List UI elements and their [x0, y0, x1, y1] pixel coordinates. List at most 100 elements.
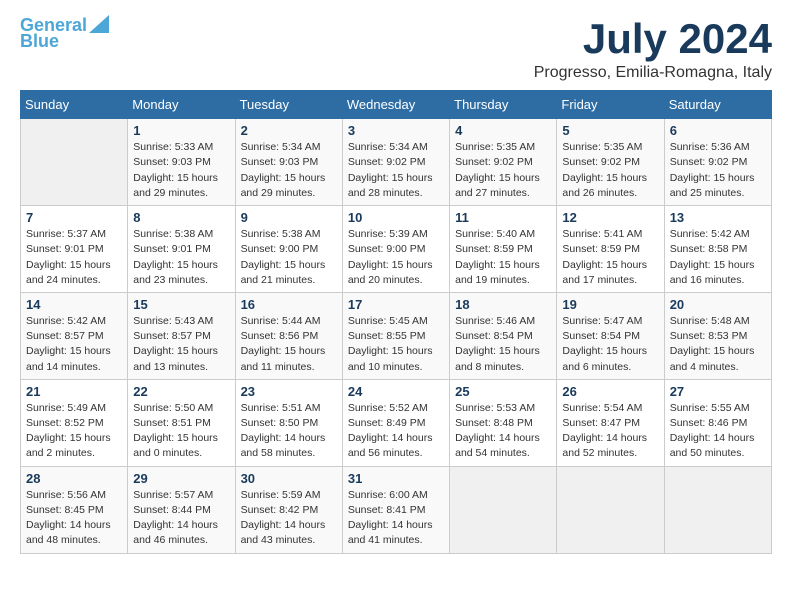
day-number: 1 [133, 123, 229, 138]
day-number: 30 [241, 471, 337, 486]
day-info: Sunrise: 5:42 AM Sunset: 8:57 PM Dayligh… [26, 314, 122, 375]
day-info: Sunrise: 6:00 AM Sunset: 8:41 PM Dayligh… [348, 488, 444, 549]
day-number: 8 [133, 210, 229, 225]
day-info: Sunrise: 5:39 AM Sunset: 9:00 PM Dayligh… [348, 227, 444, 288]
day-info: Sunrise: 5:52 AM Sunset: 8:49 PM Dayligh… [348, 401, 444, 462]
calendar-cell: 7Sunrise: 5:37 AM Sunset: 9:01 PM Daylig… [21, 206, 128, 293]
day-info: Sunrise: 5:47 AM Sunset: 8:54 PM Dayligh… [562, 314, 658, 375]
calendar-cell: 12 Sunrise: 5:41 AM Sunset: 8:59 PM Dayli… [557, 206, 664, 293]
day-number: 18 [455, 297, 551, 312]
day-number: 14 [26, 297, 122, 312]
calendar-cell: 3 Sunrise: 5:34 AM Sunset: 9:02 PM Daylig… [342, 119, 449, 206]
day-number: 9 [241, 210, 337, 225]
calendar-week-row: 7Sunrise: 5:37 AM Sunset: 9:01 PM Daylig… [21, 206, 772, 293]
col-header-sunday: Sunday [21, 91, 128, 119]
calendar-cell: 25 Sunrise: 5:53 AM Sunset: 8:48 PM Dayli… [450, 379, 557, 466]
day-info: Sunrise: 5:35 AM Sunset: 9:02 PM Dayligh… [455, 140, 551, 201]
col-header-friday: Friday [557, 91, 664, 119]
calendar-cell [664, 466, 771, 553]
calendar-cell: 24 Sunrise: 5:52 AM Sunset: 8:49 PM Dayli… [342, 379, 449, 466]
calendar-cell: 31Sunrise: 6:00 AM Sunset: 8:41 PM Dayli… [342, 466, 449, 553]
day-number: 3 [348, 123, 444, 138]
day-number: 4 [455, 123, 551, 138]
calendar-header-row: SundayMondayTuesdayWednesdayThursdayFrid… [21, 91, 772, 119]
day-number: 2 [241, 123, 337, 138]
calendar-cell: 27Sunrise: 5:55 AM Sunset: 8:46 PM Dayli… [664, 379, 771, 466]
day-info: Sunrise: 5:46 AM Sunset: 8:54 PM Dayligh… [455, 314, 551, 375]
day-number: 29 [133, 471, 229, 486]
title-section: July 2024 Progresso, Emilia-Romagna, Ita… [534, 16, 772, 82]
day-number: 13 [670, 210, 766, 225]
day-info: Sunrise: 5:35 AM Sunset: 9:02 PM Dayligh… [562, 140, 658, 201]
calendar-cell: 26 Sunrise: 5:54 AM Sunset: 8:47 PM Dayli… [557, 379, 664, 466]
day-info: Sunrise: 5:38 AM Sunset: 9:01 PM Dayligh… [133, 227, 229, 288]
day-number: 10 [348, 210, 444, 225]
day-number: 7 [26, 210, 122, 225]
calendar-cell: 19 Sunrise: 5:47 AM Sunset: 8:54 PM Dayli… [557, 292, 664, 379]
location-subtitle: Progresso, Emilia-Romagna, Italy [534, 64, 772, 82]
day-info: Sunrise: 5:33 AM Sunset: 9:03 PM Dayligh… [133, 140, 229, 201]
day-number: 21 [26, 384, 122, 399]
day-info: Sunrise: 5:44 AM Sunset: 8:56 PM Dayligh… [241, 314, 337, 375]
day-info: Sunrise: 5:40 AM Sunset: 8:59 PM Dayligh… [455, 227, 551, 288]
day-number: 16 [241, 297, 337, 312]
calendar-table: SundayMondayTuesdayWednesdayThursdayFrid… [20, 90, 772, 553]
day-info: Sunrise: 5:41 AM Sunset: 8:59 PM Dayligh… [562, 227, 658, 288]
calendar-cell: 10 Sunrise: 5:39 AM Sunset: 9:00 PM Dayli… [342, 206, 449, 293]
calendar-cell: 4 Sunrise: 5:35 AM Sunset: 9:02 PM Daylig… [450, 119, 557, 206]
col-header-thursday: Thursday [450, 91, 557, 119]
calendar-cell: 17Sunrise: 5:45 AM Sunset: 8:55 PM Dayli… [342, 292, 449, 379]
calendar-cell: 30 Sunrise: 5:59 AM Sunset: 8:42 PM Dayli… [235, 466, 342, 553]
day-info: Sunrise: 5:42 AM Sunset: 8:58 PM Dayligh… [670, 227, 766, 288]
calendar-week-row: 21 Sunrise: 5:49 AM Sunset: 8:52 PM Dayli… [21, 379, 772, 466]
calendar-cell: 29 Sunrise: 5:57 AM Sunset: 8:44 PM Dayli… [128, 466, 235, 553]
day-number: 25 [455, 384, 551, 399]
calendar-cell: 2 Sunrise: 5:34 AM Sunset: 9:03 PM Daylig… [235, 119, 342, 206]
day-info: Sunrise: 5:53 AM Sunset: 8:48 PM Dayligh… [455, 401, 551, 462]
day-number: 11 [455, 210, 551, 225]
calendar-cell: 20Sunrise: 5:48 AM Sunset: 8:53 PM Dayli… [664, 292, 771, 379]
day-number: 20 [670, 297, 766, 312]
day-number: 12 [562, 210, 658, 225]
calendar-cell: 6 Sunrise: 5:36 AM Sunset: 9:02 PM Daylig… [664, 119, 771, 206]
day-info: Sunrise: 5:51 AM Sunset: 8:50 PM Dayligh… [241, 401, 337, 462]
day-info: Sunrise: 5:57 AM Sunset: 8:44 PM Dayligh… [133, 488, 229, 549]
logo-blue: Blue [20, 32, 59, 52]
day-number: 15 [133, 297, 229, 312]
day-info: Sunrise: 5:56 AM Sunset: 8:45 PM Dayligh… [26, 488, 122, 549]
calendar-cell: 15 Sunrise: 5:43 AM Sunset: 8:57 PM Dayli… [128, 292, 235, 379]
calendar-cell: 22Sunrise: 5:50 AM Sunset: 8:51 PM Dayli… [128, 379, 235, 466]
calendar-cell: 28 Sunrise: 5:56 AM Sunset: 8:45 PM Dayli… [21, 466, 128, 553]
day-info: Sunrise: 5:59 AM Sunset: 8:42 PM Dayligh… [241, 488, 337, 549]
day-number: 24 [348, 384, 444, 399]
day-number: 6 [670, 123, 766, 138]
day-info: Sunrise: 5:36 AM Sunset: 9:02 PM Dayligh… [670, 140, 766, 201]
day-number: 26 [562, 384, 658, 399]
calendar-cell: 8 Sunrise: 5:38 AM Sunset: 9:01 PM Daylig… [128, 206, 235, 293]
calendar-week-row: 1 Sunrise: 5:33 AM Sunset: 9:03 PM Daylig… [21, 119, 772, 206]
col-header-saturday: Saturday [664, 91, 771, 119]
calendar-cell: 14 Sunrise: 5:42 AM Sunset: 8:57 PM Dayli… [21, 292, 128, 379]
day-info: Sunrise: 5:45 AM Sunset: 8:55 PM Dayligh… [348, 314, 444, 375]
day-number: 23 [241, 384, 337, 399]
day-info: Sunrise: 5:43 AM Sunset: 8:57 PM Dayligh… [133, 314, 229, 375]
calendar-cell: 23 Sunrise: 5:51 AM Sunset: 8:50 PM Dayli… [235, 379, 342, 466]
col-header-monday: Monday [128, 91, 235, 119]
day-info: Sunrise: 5:50 AM Sunset: 8:51 PM Dayligh… [133, 401, 229, 462]
day-number: 19 [562, 297, 658, 312]
logo: General Blue [20, 16, 109, 52]
calendar-cell [21, 119, 128, 206]
calendar-cell: 13 Sunrise: 5:42 AM Sunset: 8:58 PM Dayli… [664, 206, 771, 293]
day-info: Sunrise: 5:54 AM Sunset: 8:47 PM Dayligh… [562, 401, 658, 462]
day-number: 28 [26, 471, 122, 486]
col-header-tuesday: Tuesday [235, 91, 342, 119]
day-info: Sunrise: 5:34 AM Sunset: 9:03 PM Dayligh… [241, 140, 337, 201]
calendar-cell: 11 Sunrise: 5:40 AM Sunset: 8:59 PM Dayli… [450, 206, 557, 293]
day-info: Sunrise: 5:55 AM Sunset: 8:46 PM Dayligh… [670, 401, 766, 462]
day-info: Sunrise: 5:49 AM Sunset: 8:52 PM Dayligh… [26, 401, 122, 462]
calendar-cell [450, 466, 557, 553]
calendar-cell: 21 Sunrise: 5:49 AM Sunset: 8:52 PM Dayli… [21, 379, 128, 466]
day-number: 5 [562, 123, 658, 138]
month-year-title: July 2024 [534, 16, 772, 62]
day-info: Sunrise: 5:34 AM Sunset: 9:02 PM Dayligh… [348, 140, 444, 201]
